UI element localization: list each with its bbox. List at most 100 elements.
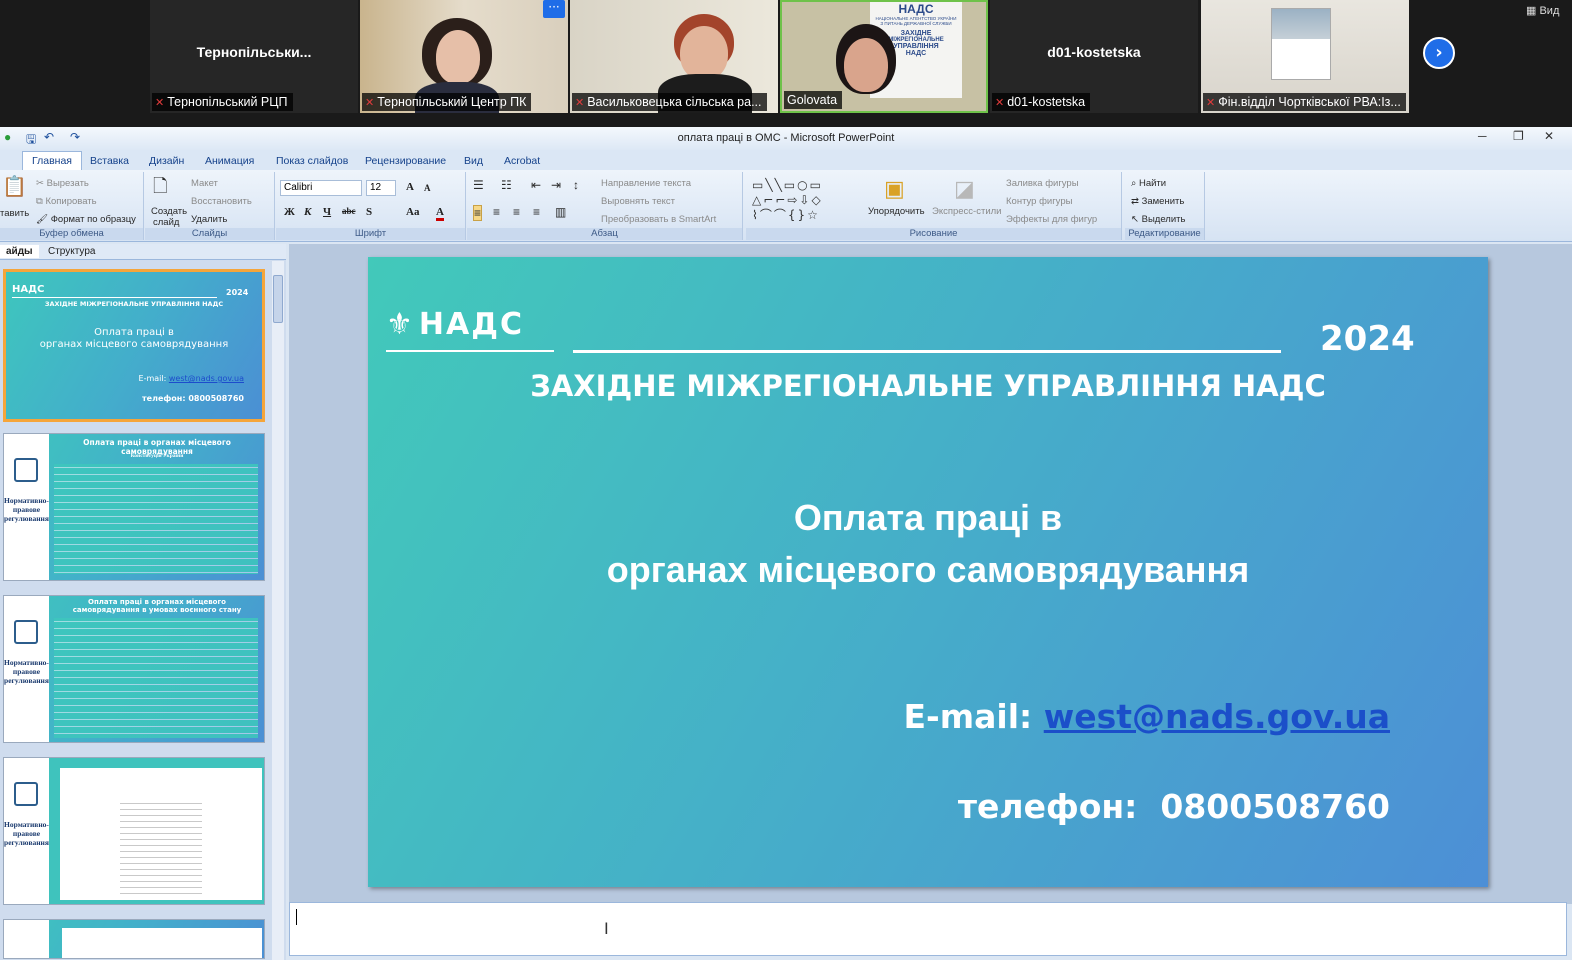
participant-tile-active[interactable]: НАДС НАЦІОНАЛЬНЕ АГЕНТСТВО УКРАЇНИ З ПИТ… bbox=[780, 0, 988, 113]
group-label: Буфер обмена bbox=[0, 228, 143, 240]
tab-slides[interactable]: айды bbox=[0, 245, 39, 258]
scrollbar-thumb[interactable] bbox=[273, 275, 283, 323]
align-left-icon[interactable]: ≡ bbox=[473, 205, 483, 221]
participant-tile[interactable]: ✕ Васильковецька сільська ра... bbox=[570, 0, 778, 113]
slides-panel: айды Структура НАДС 2024 ЗАХІДНЕ МІЖРЕГІ… bbox=[0, 244, 286, 960]
numbering-icon[interactable]: ☷ bbox=[501, 178, 512, 192]
text-direction-button[interactable]: Направление текста bbox=[601, 178, 691, 189]
group-label: Шрифт bbox=[276, 228, 465, 240]
cursor-icon: ↖ bbox=[1131, 214, 1139, 225]
copy-icon: ⧉ bbox=[36, 196, 43, 207]
tab-outline[interactable]: Структура bbox=[42, 245, 101, 258]
shape-effects-button[interactable]: Эффекты для фигур bbox=[1006, 214, 1097, 225]
mic-muted-icon: ✕ bbox=[1206, 97, 1216, 109]
slide-thumbnail-2[interactable]: Нормативно-правове регулювання Оплата пр… bbox=[3, 433, 265, 581]
group-label: Редактирование bbox=[1125, 228, 1204, 240]
arrange-icon: ▣ bbox=[884, 176, 905, 201]
tab-slideshow[interactable]: Показ слайдов bbox=[268, 153, 356, 169]
case-icon[interactable]: Aa bbox=[406, 206, 419, 218]
close-button[interactable]: ✕ bbox=[1544, 129, 1554, 143]
columns-icon[interactable]: ▥ bbox=[555, 205, 566, 219]
editing-group: ⌕ Найти ⇄ Заменить ↖ Выделить Редактиров… bbox=[1125, 172, 1205, 240]
reset-button[interactable]: Восстановить bbox=[191, 196, 252, 207]
participant-tile[interactable]: Тернопільськи... ✕ Тернопільський РЦП bbox=[150, 0, 358, 113]
format-painter-button[interactable]: 🖌 Формат по образцу bbox=[36, 214, 136, 225]
select-button[interactable]: ↖ Выделить bbox=[1131, 214, 1185, 225]
magnifier-icon bbox=[14, 782, 38, 806]
brush-icon: 🖌 bbox=[36, 214, 49, 225]
slide-thumbnail-3[interactable]: Нормативно-правове регулювання Оплата пр… bbox=[3, 595, 265, 743]
tab-view[interactable]: Вид bbox=[456, 153, 491, 169]
tab-home[interactable]: Главная bbox=[22, 151, 82, 171]
new-slide-button-line2[interactable]: слайд bbox=[153, 217, 179, 228]
slide-thumbnail-4[interactable]: Нормативно-правове регулювання bbox=[3, 757, 265, 905]
line-spacing-icon[interactable]: ↕ bbox=[573, 178, 579, 192]
font-name-select[interactable]: Calibri bbox=[280, 180, 362, 196]
tab-design[interactable]: Дизайн bbox=[141, 153, 192, 169]
tab-review[interactable]: Рецензирование bbox=[357, 153, 454, 169]
bold-icon[interactable]: Ж bbox=[284, 206, 295, 218]
find-button[interactable]: ⌕ Найти bbox=[1131, 178, 1166, 189]
participant-tile[interactable]: d01-kostetska ✕ d01-kostetska bbox=[990, 0, 1198, 113]
header-rule bbox=[573, 350, 1281, 353]
layout-button[interactable]: Макет bbox=[191, 178, 218, 189]
copy-button[interactable]: ⧉ Копировать bbox=[36, 196, 97, 207]
more-options-button[interactable]: ··· bbox=[543, 0, 565, 18]
new-slide-button[interactable]: Создать bbox=[151, 206, 187, 217]
slide-thumbnail-1[interactable]: НАДС 2024 ЗАХІДНЕ МІЖРЕГІОНАЛЬНЕ УПРАВЛІ… bbox=[3, 269, 265, 422]
tab-acrobat[interactable]: Acrobat bbox=[496, 153, 548, 169]
thumb-body-text bbox=[54, 464, 258, 574]
drawing-group: ▭╲╲▭○▭ △⌐⌐⇨⇩◇ ⌇⌒⌒{}☆ ▣ Упорядочить ◪ Экспр… bbox=[746, 172, 1122, 240]
current-slide[interactable]: ⚜ НАДС 2024 ЗАХІДНЕ МІЖРЕГІОНАЛЬНЕ УПРАВЛ… bbox=[368, 257, 1488, 887]
email-link[interactable]: west@nads.gov.ua bbox=[1044, 697, 1390, 736]
minimize-button[interactable]: ─ bbox=[1478, 129, 1487, 143]
slide-subtitle: ЗАХІДНЕ МІЖРЕГІОНАЛЬНЕ УПРАВЛІННЯ НАДС bbox=[530, 369, 1326, 403]
shape-fill-button[interactable]: Заливка фигуры bbox=[1006, 178, 1079, 189]
participant-caption: ✕ Тернопільський Центр ПК bbox=[362, 93, 532, 111]
smartart-button[interactable]: Преобразовать в SmartArt bbox=[601, 214, 716, 225]
align-right-icon[interactable]: ≡ bbox=[513, 205, 520, 219]
restore-button[interactable]: ❐ bbox=[1513, 129, 1524, 143]
slide-thumbnail-5[interactable] bbox=[3, 919, 265, 959]
shape-outline-button[interactable]: Контур фигуры bbox=[1006, 196, 1072, 207]
person-face bbox=[680, 26, 728, 80]
thumbnails-scrollbar[interactable] bbox=[272, 261, 284, 960]
align-center-icon[interactable]: ≡ bbox=[493, 205, 500, 219]
participant-caption: ✕ Тернопільський РЦП bbox=[152, 93, 293, 111]
quick-styles-button[interactable]: Экспресс-стили bbox=[932, 206, 1001, 217]
view-button[interactable]: ▦ Вид bbox=[1526, 4, 1559, 17]
thumb-document-image bbox=[62, 928, 262, 958]
trident-icon: ⚜ bbox=[386, 307, 413, 342]
underline-icon[interactable]: Ч bbox=[323, 206, 331, 218]
strikethrough-icon[interactable]: abc bbox=[342, 206, 356, 216]
italic-icon[interactable]: К bbox=[304, 206, 311, 218]
shadow-icon[interactable]: S bbox=[366, 206, 372, 218]
notes-pane[interactable]: I bbox=[289, 902, 1567, 956]
replace-button[interactable]: ⇄ Заменить bbox=[1131, 196, 1184, 207]
justify-icon[interactable]: ≡ bbox=[533, 205, 540, 219]
next-page-button[interactable]: › bbox=[1423, 37, 1455, 69]
grow-font-icon[interactable]: A bbox=[406, 181, 414, 193]
cut-button[interactable]: ✂ Вырезать bbox=[36, 178, 89, 189]
slide-year: 2024 bbox=[1320, 319, 1415, 359]
font-size-select[interactable]: 12 bbox=[366, 180, 396, 196]
paste-button[interactable]: тавить bbox=[0, 208, 29, 219]
thumb-sidebar: Нормативно-правове регулювання bbox=[4, 434, 49, 580]
slide-logo: ⚜ НАДС bbox=[386, 307, 524, 342]
shapes-gallery[interactable]: ▭╲╲▭○▭ △⌐⌐⇨⇩◇ ⌇⌒⌒{}☆ bbox=[752, 178, 860, 224]
tab-insert[interactable]: Вставка bbox=[82, 153, 137, 169]
align-text-button[interactable]: Выровнять текст bbox=[601, 196, 675, 207]
thumb-body-text bbox=[54, 618, 258, 738]
shrink-font-icon[interactable]: A bbox=[424, 183, 431, 193]
tab-animation[interactable]: Анимация bbox=[197, 153, 262, 169]
delete-slide-button[interactable]: Удалить bbox=[191, 214, 227, 225]
participant-tile[interactable]: ··· ✕ Тернопільський Центр ПК bbox=[360, 0, 568, 113]
outdent-icon[interactable]: ⇥ bbox=[551, 178, 561, 192]
slide-title-line2: органах місцевого самоврядування bbox=[606, 549, 1250, 590]
arrange-button[interactable]: Упорядочить bbox=[868, 206, 925, 217]
participant-tile[interactable]: ✕ Фін.відділ Чортківської РВА:Із... bbox=[1201, 0, 1409, 113]
font-color-icon[interactable]: A bbox=[436, 206, 444, 221]
indent-icon[interactable]: ⇤ bbox=[531, 178, 541, 192]
bullets-icon[interactable]: ☰ bbox=[473, 178, 484, 192]
person-face bbox=[436, 30, 480, 84]
